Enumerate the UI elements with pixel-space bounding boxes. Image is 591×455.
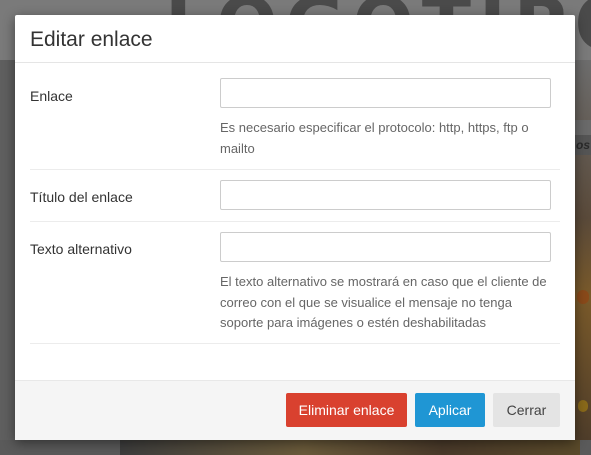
dialog-body: Enlace Es necesario especificar el proto… bbox=[15, 63, 575, 344]
background-image bbox=[120, 440, 580, 455]
edit-link-dialog: Editar enlace Enlace Es necesario especi… bbox=[15, 15, 575, 440]
alt-text-row: Texto alternativo El texto alternativo s… bbox=[30, 222, 560, 344]
alt-text-label: Texto alternativo bbox=[30, 241, 132, 257]
dialog-header: Editar enlace bbox=[15, 15, 575, 63]
background-bottom-area bbox=[0, 440, 591, 455]
alt-text-help: El texto alternativo se mostrará en caso… bbox=[220, 274, 547, 330]
dialog-title: Editar enlace bbox=[30, 28, 153, 51]
apply-button[interactable]: Aplicar bbox=[415, 393, 485, 427]
link-title-input[interactable] bbox=[220, 180, 551, 210]
dialog-footer: Eliminar enlace Aplicar Cerrar bbox=[15, 380, 575, 440]
link-url-row: Enlace Es necesario especificar el proto… bbox=[30, 63, 560, 170]
remove-link-button[interactable]: Eliminar enlace bbox=[286, 393, 407, 427]
link-url-help: Es necesario especificar el protocolo: h… bbox=[220, 120, 529, 156]
background-side-text: os bbox=[576, 138, 591, 152]
alt-text-input[interactable] bbox=[220, 232, 551, 262]
link-title-row: Título del enlace bbox=[30, 170, 560, 222]
link-title-label: Título del enlace bbox=[30, 189, 133, 205]
link-url-input[interactable] bbox=[220, 78, 551, 108]
close-button[interactable]: Cerrar bbox=[493, 393, 560, 427]
background-image-strip bbox=[575, 60, 591, 455]
link-url-label: Enlace bbox=[30, 88, 73, 104]
